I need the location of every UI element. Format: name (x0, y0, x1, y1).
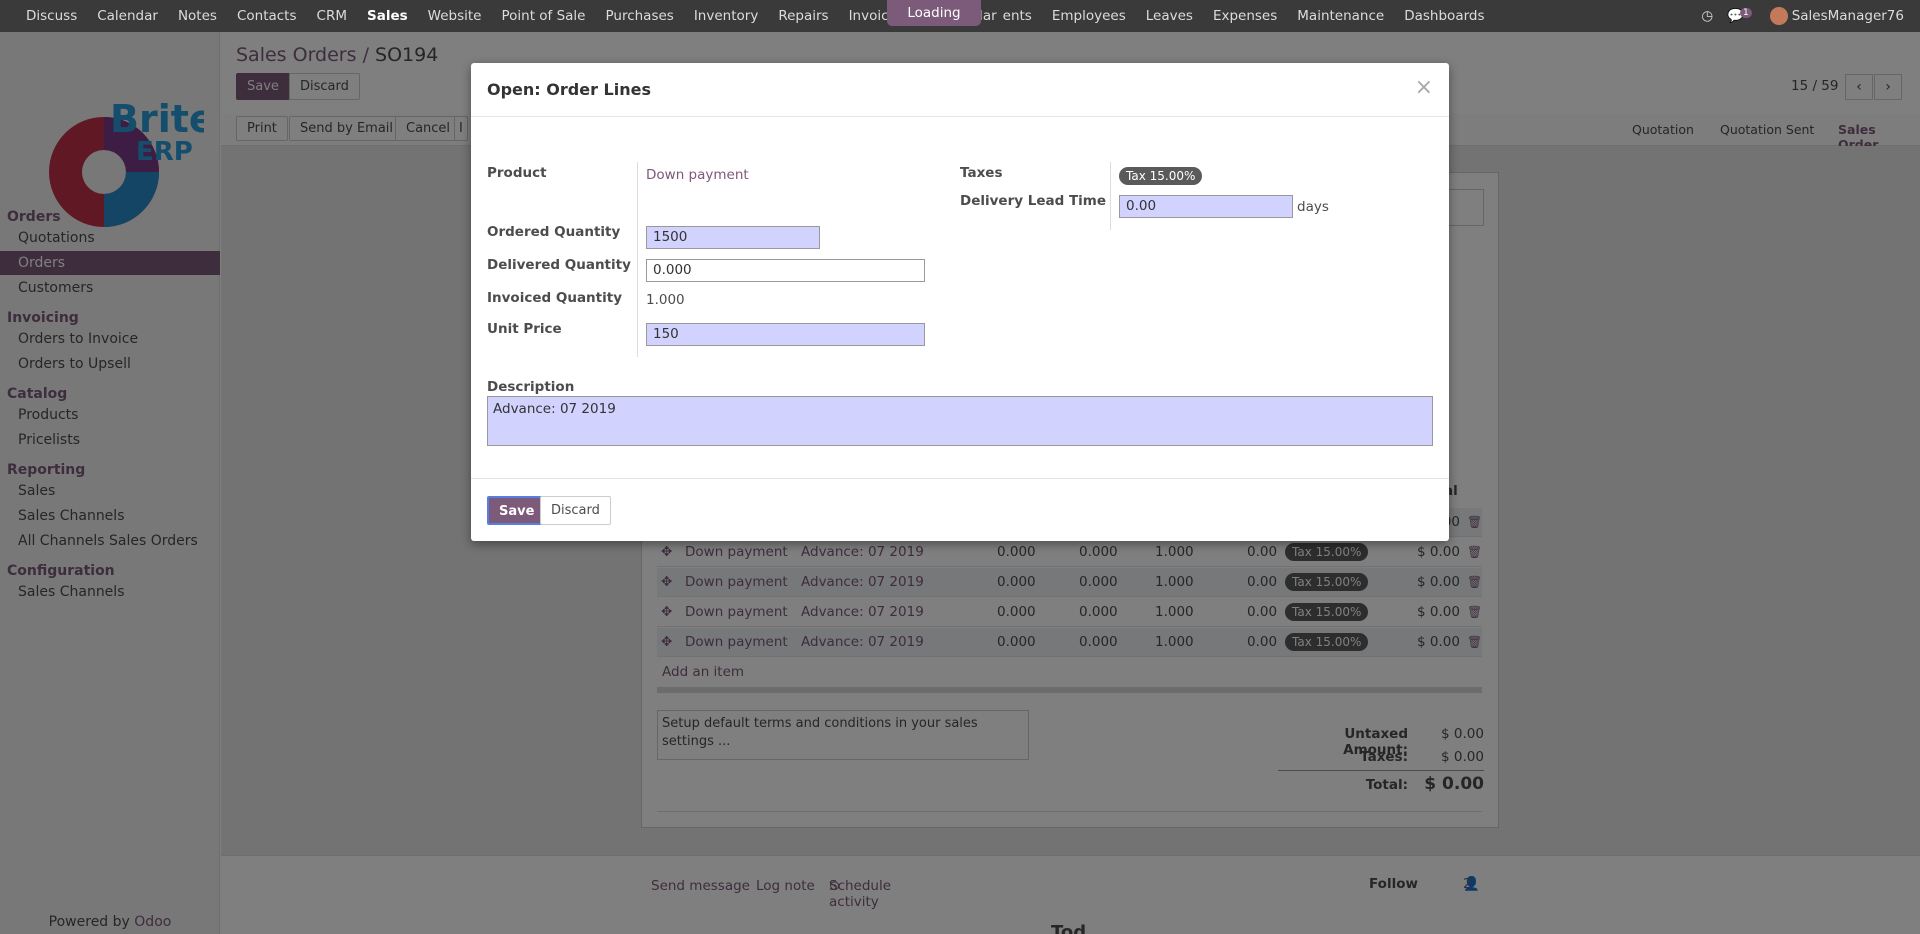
description-label: Description (487, 379, 575, 395)
app-menu-item-leaves[interactable]: Leaves (1136, 0, 1203, 32)
invoiced-quantity-label: Invoiced Quantity (487, 290, 622, 306)
activity-icon[interactable]: ◷ (1701, 8, 1713, 24)
unit-price-input[interactable]: 150 (646, 323, 925, 346)
app-menu-item-ents[interactable]: ents (1003, 0, 1042, 32)
app-menu-item-expenses[interactable]: Expenses (1203, 0, 1287, 32)
loading-indicator: Loading (887, 0, 981, 26)
app-menu: Discuss Calendar Notes Contacts CRM Sales Webs… (0, 0, 1495, 32)
ordered-quantity-input[interactable]: 1500 (646, 226, 820, 249)
order-line-dialog: Open: Order Lines × Product Down payment… (471, 63, 1449, 541)
messages-badge: 1 (1739, 8, 1752, 18)
user-menu[interactable]: SalesManager76 (1769, 7, 1904, 25)
app-menu-item-contacts[interactable]: Contacts (227, 0, 307, 32)
invoiced-quantity-value: 1.000 (646, 292, 685, 308)
navbar-right: ◷ 💬1 SalesManager76 (1701, 0, 1904, 32)
taxes-label: Taxes (960, 165, 1003, 181)
right-group-separator (1110, 162, 1111, 230)
app-menu-item-crm[interactable]: CRM (307, 0, 357, 32)
app-menu-item-purchases[interactable]: Purchases (595, 0, 683, 32)
dialog-header: Open: Order Lines × (471, 63, 1449, 117)
app-menu-item-employees[interactable]: Employees (1042, 0, 1136, 32)
delivery-lead-time-unit: days (1297, 199, 1329, 215)
app-menu-item-notes[interactable]: Notes (168, 0, 227, 32)
delivered-quantity-label: Delivered Quantity (487, 257, 631, 273)
app-menu-item-point-of-sale[interactable]: Point of Sale (491, 0, 595, 32)
app-menu-item-maintenance[interactable]: Maintenance (1287, 0, 1394, 32)
delivery-lead-time-label: Delivery Lead Time (960, 193, 1107, 209)
app-menu-item-website[interactable]: Website (418, 0, 492, 32)
delivered-quantity-input[interactable]: 0.000 (646, 259, 925, 282)
avatar (1769, 7, 1788, 25)
ordered-quantity-label: Ordered Quantity (487, 224, 621, 240)
app-menu-item-dashboards[interactable]: Dashboards (1394, 0, 1494, 32)
tax-tag-label: Tax 15.00% (1119, 167, 1203, 185)
app-menu-item-sales[interactable]: Sales (357, 0, 418, 32)
app-menu-item-calendar[interactable]: Calendar (87, 0, 168, 32)
user-name: SalesManager76 (1791, 8, 1904, 24)
dialog-title: Open: Order Lines (487, 80, 651, 99)
dialog-save-button[interactable]: Save (487, 496, 547, 525)
close-icon[interactable]: × (1415, 75, 1433, 100)
dialog-footer: Save Discard (471, 478, 1449, 541)
modal-backdrop[interactable]: Open: Order Lines × Product Down payment… (0, 32, 1920, 934)
app-menu-item-discuss[interactable]: Discuss (16, 0, 87, 32)
app-menu-item-inventory[interactable]: Inventory (684, 0, 768, 32)
unit-price-label: Unit Price (487, 321, 562, 337)
product-value[interactable]: Down payment (646, 167, 749, 183)
description-textarea[interactable]: Advance: 07 2019 (487, 396, 1433, 446)
dialog-discard-button[interactable]: Discard (540, 496, 611, 525)
product-label: Product (487, 165, 547, 181)
messages-icon[interactable]: 💬1 (1727, 8, 1756, 24)
left-group-separator (637, 162, 638, 357)
delivery-lead-time-input[interactable]: 0.00 (1119, 195, 1293, 218)
tax-tag[interactable]: Tax 15.00% (1119, 167, 1203, 185)
app-menu-item-repairs[interactable]: Repairs (768, 0, 838, 32)
